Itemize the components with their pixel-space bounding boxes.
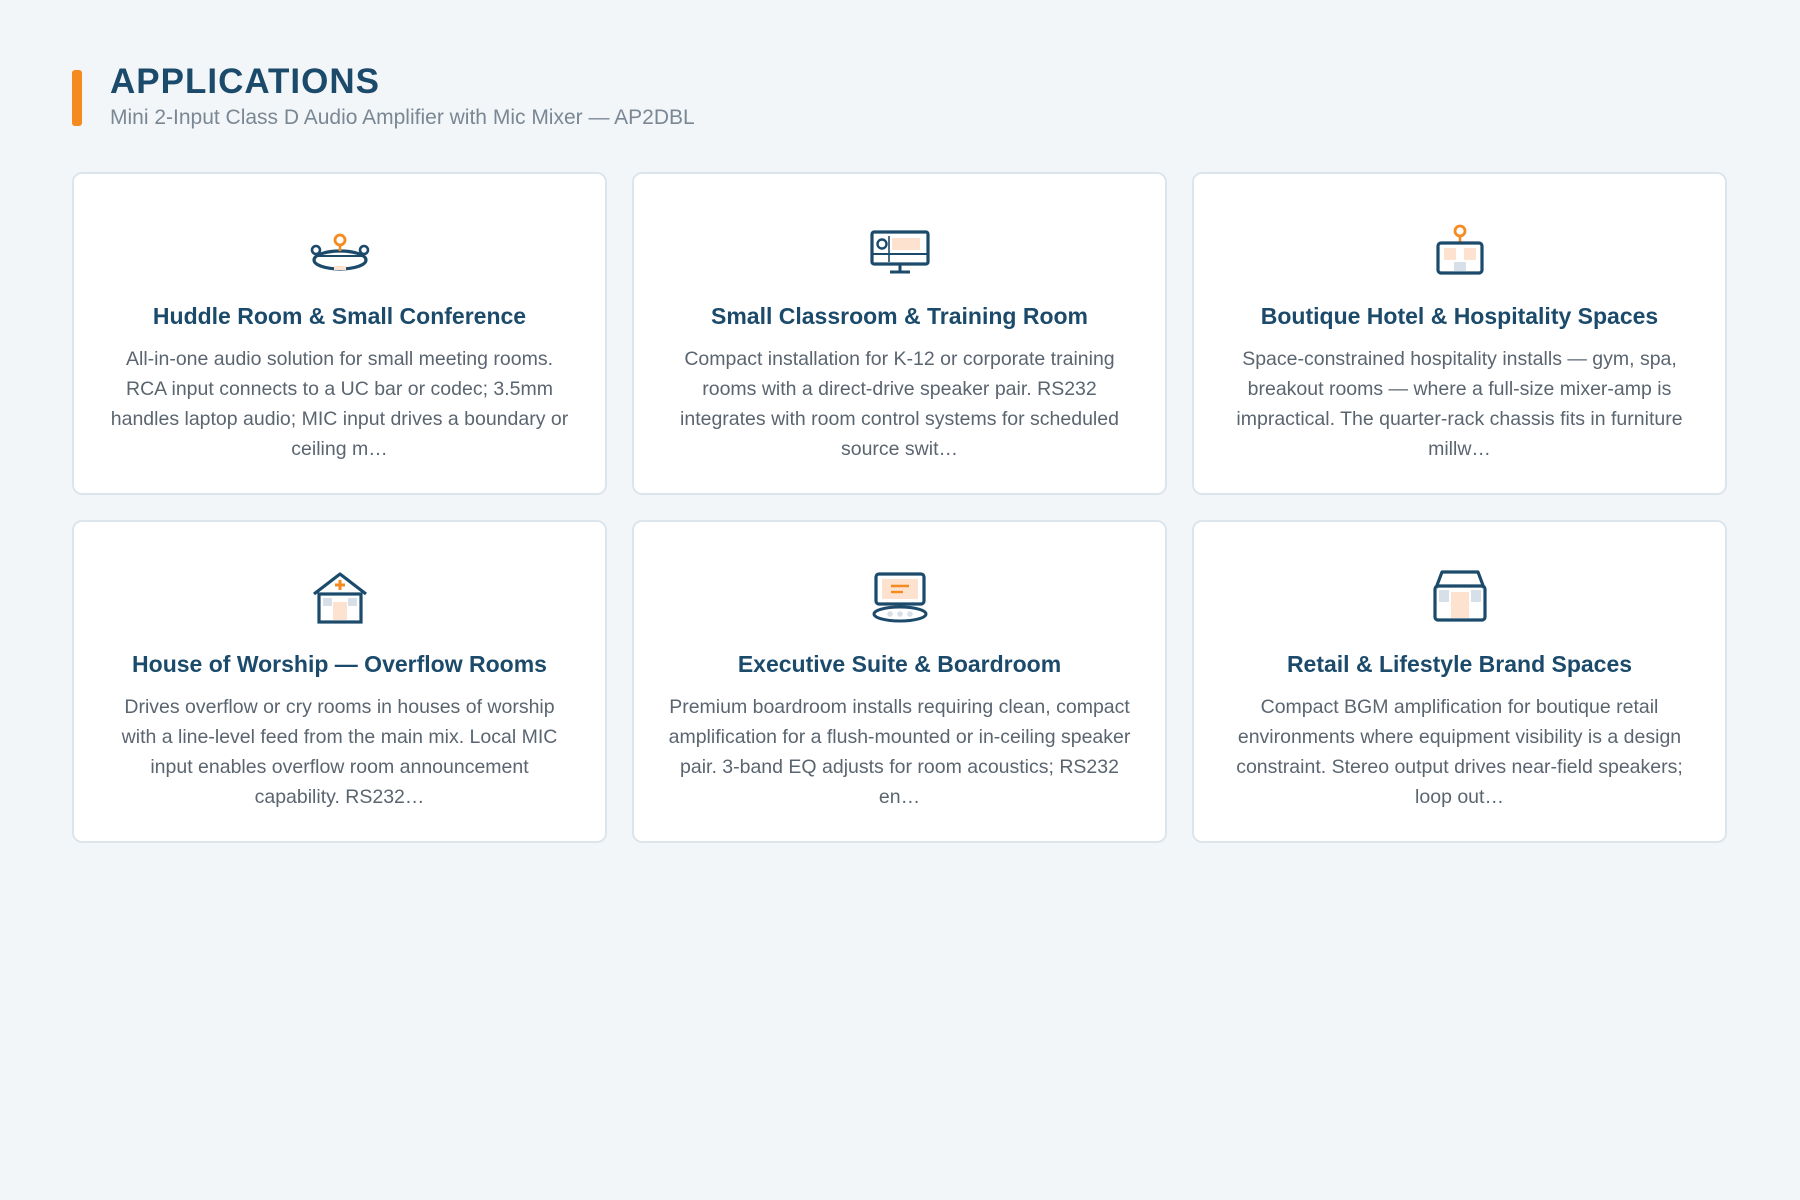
header-accent-bar (72, 70, 82, 126)
page-title: APPLICATIONS (110, 62, 380, 101)
card-description: Compact BGM amplification for boutique r… (1236, 696, 1683, 808)
card-description: Space-constrained hospitality installs —… (1236, 348, 1683, 460)
storefront-icon (1432, 570, 1487, 622)
card-title: Small Classroom & Training Room (710, 303, 1089, 329)
card-title: Huddle Room & Small Conference (152, 303, 527, 329)
applications-page: APPLICATIONS Mini 2-Input Class D Audio … (0, 0, 1800, 1200)
card-description: Premium boardroom installs requiring cle… (668, 696, 1131, 808)
card-title: Retail & Lifestyle Brand Spaces (1286, 651, 1633, 677)
card-title: Boutique Hotel & Hospitality Spaces (1260, 303, 1659, 329)
applications-grid: Huddle Room & Small Conference All-in-on… (72, 172, 1728, 843)
hotel-pin-icon (1435, 224, 1484, 275)
card-description: All-in-one audio solution for small meet… (110, 348, 569, 460)
page-subtitle: Mini 2-Input Class D Audio Amplifier wit… (110, 106, 695, 129)
card-description: Drives overflow or cry rooms in houses o… (121, 696, 558, 808)
card-title: House of Worship — Overflow Rooms (132, 651, 547, 677)
application-card-boardroom: Executive Suite & Boardroom Premium boar… (632, 520, 1167, 843)
church-icon (312, 572, 367, 624)
application-card-huddle-room: Huddle Room & Small Conference All-in-on… (72, 172, 607, 495)
classroom-display-icon (869, 230, 930, 274)
application-card-worship: House of Worship — Overflow Rooms Drives… (72, 520, 607, 843)
card-title: Executive Suite & Boardroom (737, 651, 1062, 677)
boardroom-icon (872, 572, 927, 623)
conference-table-icon (310, 233, 369, 271)
application-card-retail: Retail & Lifestyle Brand Spaces Compact … (1192, 520, 1727, 843)
card-description: Compact installation for K-12 or corpora… (680, 348, 1119, 460)
application-card-classroom: Small Classroom & Training Room Compact … (632, 172, 1167, 495)
application-card-hotel: Boutique Hotel & Hospitality Spaces Spac… (1192, 172, 1727, 495)
